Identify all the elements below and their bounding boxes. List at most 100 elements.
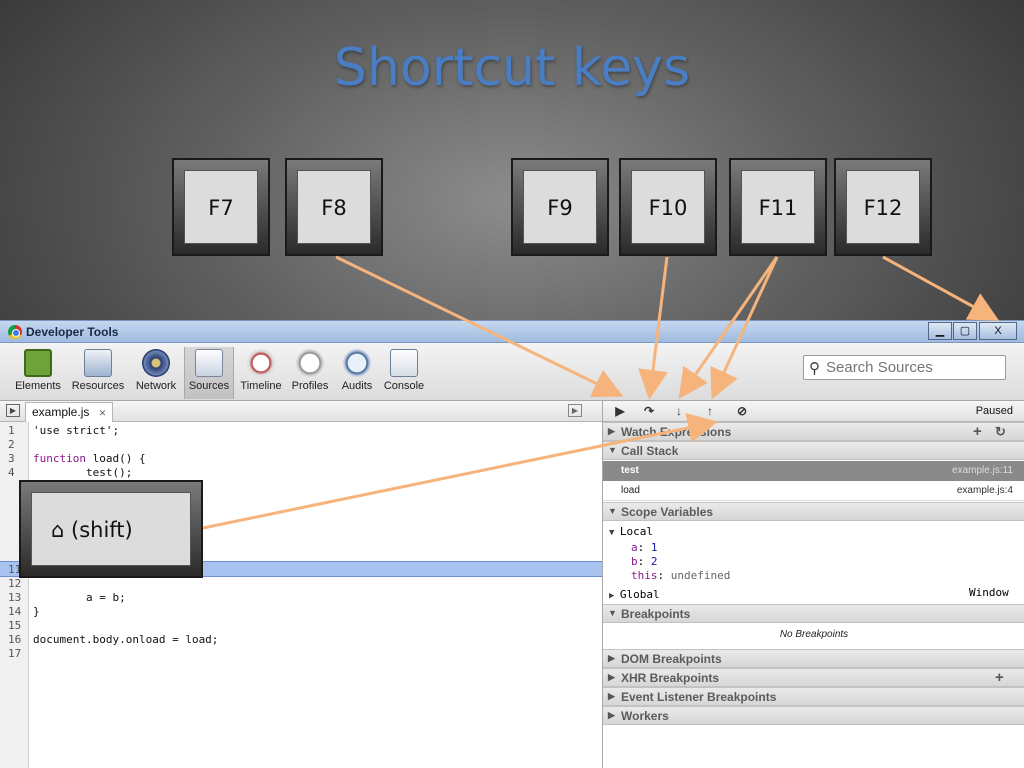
section-dom-breakpoints[interactable]: ▶ DOM Breakpoints: [603, 649, 1024, 668]
collapse-arrow-icon: ▼: [608, 608, 617, 618]
network-icon: [142, 349, 170, 377]
audits-icon: [343, 349, 371, 377]
key-f12: F12: [834, 158, 932, 256]
editor-tabbar: ▶ example.js ✕ ▶: [0, 401, 602, 422]
no-breakpoints-label: No Breakpoints: [779, 629, 849, 640]
panel-toolbar: Elements Resources Network Sources Timel…: [0, 343, 1024, 401]
key-f7: F7: [172, 158, 270, 256]
tab-label: Console: [383, 380, 425, 392]
code-editor[interactable]: 1'use strict'; 2 3 function load() { 4 te…: [0, 422, 602, 768]
console-icon: [390, 349, 418, 377]
tab-sources[interactable]: Sources: [184, 347, 234, 399]
expand-arrow-icon: ▶: [608, 710, 615, 720]
debugger-toggle-icon[interactable]: ▶: [568, 404, 582, 417]
paused-label: Paused: [975, 405, 1013, 417]
chrome-icon: [8, 325, 22, 339]
step-out-button[interactable]: ↑: [697, 402, 723, 420]
file-tab-label: example.js: [32, 405, 90, 419]
code-line: 2: [8, 438, 15, 451]
search-input[interactable]: [826, 358, 1001, 377]
key-label: F10: [648, 196, 688, 220]
expand-arrow-icon: ▶: [608, 653, 615, 663]
key-shift: ⌂ (shift): [19, 480, 203, 578]
scope-var: a: 1: [631, 541, 658, 554]
elements-icon: [24, 349, 52, 377]
step-into-button[interactable]: ↓: [666, 402, 692, 420]
code-line: 15: [8, 619, 22, 632]
call-frame-selected[interactable]: test example.js:11: [603, 461, 1024, 481]
add-watch-icon[interactable]: +: [973, 423, 982, 440]
code-line: 16 document.body.onload = load;: [8, 633, 219, 646]
key-f9: F9: [511, 158, 609, 256]
expand-arrow-icon: ▶: [608, 672, 615, 682]
scope-local[interactable]: ▼ Local: [609, 525, 653, 538]
key-label: F9: [547, 196, 573, 220]
timeline-icon: [247, 349, 275, 377]
window-title: Developer Tools: [26, 325, 119, 339]
collapse-arrow-icon: ▼: [608, 506, 617, 516]
section-call-stack[interactable]: ▼ Call Stack: [603, 441, 1024, 460]
tab-profiles[interactable]: Profiles: [288, 347, 332, 399]
tab-label: Audits: [341, 380, 373, 392]
code-line: 17: [8, 647, 22, 660]
key-f8: F8: [285, 158, 383, 256]
sources-icon: [195, 349, 223, 377]
call-frame[interactable]: load example.js:4: [603, 481, 1024, 501]
tab-console[interactable]: Console: [381, 347, 427, 399]
key-label: F11: [758, 196, 798, 220]
code-line: 13 a = b;: [8, 591, 126, 604]
refresh-icon[interactable]: ↻: [995, 424, 1006, 440]
code-line: 12: [8, 577, 22, 590]
slide-title: Shortcut keys: [333, 38, 691, 98]
search-box[interactable]: ⚲: [803, 355, 1006, 380]
debugger-toolbar: ▶ ↷ ↓ ↑ ⊘ Paused: [603, 401, 1024, 422]
key-label: ⌂ (shift): [51, 518, 133, 542]
add-xhr-breakpoint-icon[interactable]: +: [995, 669, 1004, 686]
arrow-f12-close: [882, 255, 1000, 321]
section-xhr-breakpoints[interactable]: ▶ XHR Breakpoints +: [603, 668, 1024, 687]
deactivate-breakpoints-button[interactable]: ⊘: [729, 402, 755, 420]
section-workers[interactable]: ▶ Workers: [603, 706, 1024, 725]
maximize-button[interactable]: ▢: [953, 322, 977, 340]
tab-label: Profiles: [291, 380, 329, 392]
expand-arrow-icon: ▶: [608, 426, 615, 436]
section-event-listener-breakpoints[interactable]: ▶ Event Listener Breakpoints: [603, 687, 1024, 706]
scope-global-value: Window: [969, 586, 1009, 599]
code-line: 1'use strict';: [8, 424, 120, 437]
file-tab[interactable]: example.js ✕: [25, 402, 114, 422]
key-label: F12: [863, 196, 903, 220]
step-over-button[interactable]: ↷: [636, 402, 662, 420]
close-button[interactable]: X: [979, 322, 1017, 340]
section-watch-expressions[interactable]: ▶ Watch Expressions + ↻: [603, 422, 1024, 441]
tab-label: Elements: [15, 380, 61, 392]
section-breakpoints[interactable]: ▼ Breakpoints: [603, 604, 1024, 623]
tab-elements[interactable]: Elements: [10, 347, 66, 399]
key-label: F7: [208, 196, 234, 220]
profiles-icon: [296, 349, 324, 377]
section-scope-variables[interactable]: ▼ Scope Variables: [603, 502, 1024, 521]
key-f11: F11: [729, 158, 827, 256]
resume-button[interactable]: ▶: [607, 402, 633, 420]
key-f10: F10: [619, 158, 717, 256]
navigator-toggle-icon[interactable]: ▶: [6, 404, 20, 417]
search-icon: ⚲: [809, 360, 820, 377]
tab-label: Network: [135, 380, 177, 392]
tab-label: Timeline: [240, 380, 282, 392]
tab-label: Sources: [188, 380, 230, 392]
tab-resources[interactable]: Resources: [68, 347, 128, 399]
scope-global[interactable]: ▶ Global: [609, 588, 660, 601]
debugger-sidebar: ▶ ↷ ↓ ↑ ⊘ Paused ▶ Watch Expressions + ↻…: [602, 401, 1024, 768]
tab-audits[interactable]: Audits: [336, 347, 378, 399]
resources-icon: [84, 349, 112, 377]
expand-arrow-icon: ▶: [608, 691, 615, 701]
code-line: 4 test();: [8, 466, 133, 479]
code-line: 3 function load() {: [8, 452, 146, 465]
scope-var: b: 2: [631, 555, 658, 568]
scope-var: this: undefined: [631, 569, 731, 582]
code-line: 14}: [8, 605, 40, 618]
tab-network[interactable]: Network: [131, 347, 181, 399]
tab-timeline[interactable]: Timeline: [237, 347, 285, 399]
close-tab-icon[interactable]: ✕: [99, 408, 107, 418]
minimize-button[interactable]: ▁: [928, 322, 952, 340]
collapse-arrow-icon: ▼: [608, 445, 617, 455]
